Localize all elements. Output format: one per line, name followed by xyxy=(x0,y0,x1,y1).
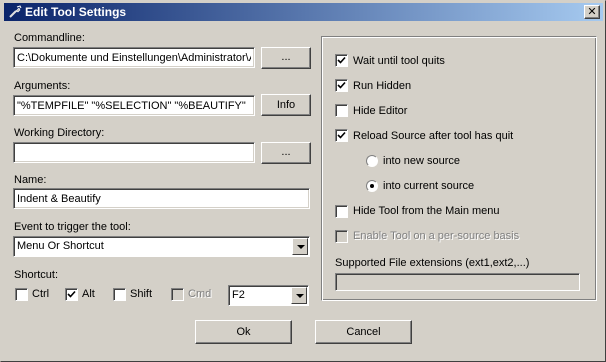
commandline-field[interactable] xyxy=(13,47,255,68)
working-directory-input[interactable] xyxy=(14,143,254,162)
commandline-input[interactable] xyxy=(14,48,254,67)
event-selected-value: Menu Or Shortcut xyxy=(17,240,104,252)
shortcut-key-dropdown[interactable]: F2 xyxy=(228,285,309,306)
close-button[interactable]: ✕ xyxy=(584,5,600,19)
wait-until-quits-checkbox[interactable] xyxy=(335,54,348,67)
hide-editor-label[interactable]: Hide Editor xyxy=(353,105,407,117)
run-hidden-label[interactable]: Run Hidden xyxy=(353,80,411,92)
ok-label: Ok xyxy=(236,326,251,338)
window-title: Edit Tool Settings xyxy=(25,5,127,19)
extensions-label: Supported File extensions (ext1,ext2,...… xyxy=(335,257,530,269)
checkmark-icon xyxy=(67,290,76,298)
shortcut-key-value: F2 xyxy=(232,289,245,301)
working-directory-browse-button[interactable]: ... xyxy=(261,142,311,164)
event-label: Event to trigger the tool: xyxy=(14,221,131,233)
into-new-source-label[interactable]: into new source xyxy=(383,155,460,167)
cancel-label: Cancel xyxy=(346,326,381,338)
into-current-source-label[interactable]: into current source xyxy=(383,180,474,192)
edit-tool-settings-dialog: Edit Tool Settings ✕ Commandline: ... Ar… xyxy=(0,0,606,362)
run-hidden-checkbox[interactable] xyxy=(335,79,348,92)
arguments-input[interactable] xyxy=(14,96,254,115)
wait-until-quits-label[interactable]: Wait until tool quits xyxy=(353,55,445,67)
cmd-label: Cmd xyxy=(188,288,212,300)
arguments-info-button[interactable]: Info xyxy=(261,94,311,116)
hide-from-main-menu-checkbox[interactable] xyxy=(335,205,348,218)
cmd-checkbox xyxy=(171,288,184,301)
hide-editor-checkbox[interactable] xyxy=(335,104,348,117)
per-source-label: Enable Tool on a per-source basis xyxy=(353,230,520,242)
name-field[interactable] xyxy=(13,188,310,209)
checkmark-icon xyxy=(337,56,346,64)
into-current-source-radio[interactable] xyxy=(366,180,378,192)
reload-source-checkbox[interactable] xyxy=(335,129,348,142)
extensions-field xyxy=(335,273,580,291)
working-directory-browse-label: ... xyxy=(281,146,291,158)
arguments-label: Arguments: xyxy=(14,80,71,92)
ctrl-label[interactable]: Ctrl xyxy=(32,288,49,300)
commandline-browse-button[interactable]: ... xyxy=(261,47,311,69)
event-dropdown[interactable]: Menu Or Shortcut xyxy=(13,236,310,257)
chevron-down-icon[interactable] xyxy=(291,287,307,304)
ctrl-checkbox[interactable] xyxy=(15,288,28,301)
arguments-info-label: Info xyxy=(276,99,296,111)
chevron-down-icon[interactable] xyxy=(292,238,308,255)
commandline-label: Commandline: xyxy=(14,32,85,44)
alt-checkbox[interactable] xyxy=(65,288,78,301)
checkmark-icon xyxy=(337,131,346,139)
commandline-browse-label: ... xyxy=(281,51,291,63)
title-bar[interactable]: Edit Tool Settings ✕ xyxy=(4,3,603,21)
hide-from-main-menu-label[interactable]: Hide Tool from the Main menu xyxy=(353,205,500,217)
into-new-source-radio[interactable] xyxy=(366,155,378,167)
close-icon: ✕ xyxy=(587,5,597,18)
name-label: Name: xyxy=(14,174,47,186)
ok-button[interactable]: Ok xyxy=(195,320,292,344)
alt-label[interactable]: Alt xyxy=(82,288,95,300)
radio-selected-dot xyxy=(370,184,374,188)
extensions-input xyxy=(336,274,579,290)
reload-source-label[interactable]: Reload Source after tool has quit xyxy=(353,130,513,142)
arguments-field[interactable] xyxy=(13,95,255,116)
shift-label[interactable]: Shift xyxy=(130,288,152,300)
name-input[interactable] xyxy=(14,189,309,208)
checkmark-icon xyxy=(337,81,346,89)
working-directory-field[interactable] xyxy=(13,142,255,163)
per-source-checkbox xyxy=(335,230,348,243)
tool-icon xyxy=(9,5,22,18)
shortcut-label: Shortcut: xyxy=(14,269,59,281)
shift-checkbox[interactable] xyxy=(113,288,126,301)
working-directory-label: Working Directory: xyxy=(14,127,105,139)
cancel-button[interactable]: Cancel xyxy=(315,320,412,344)
